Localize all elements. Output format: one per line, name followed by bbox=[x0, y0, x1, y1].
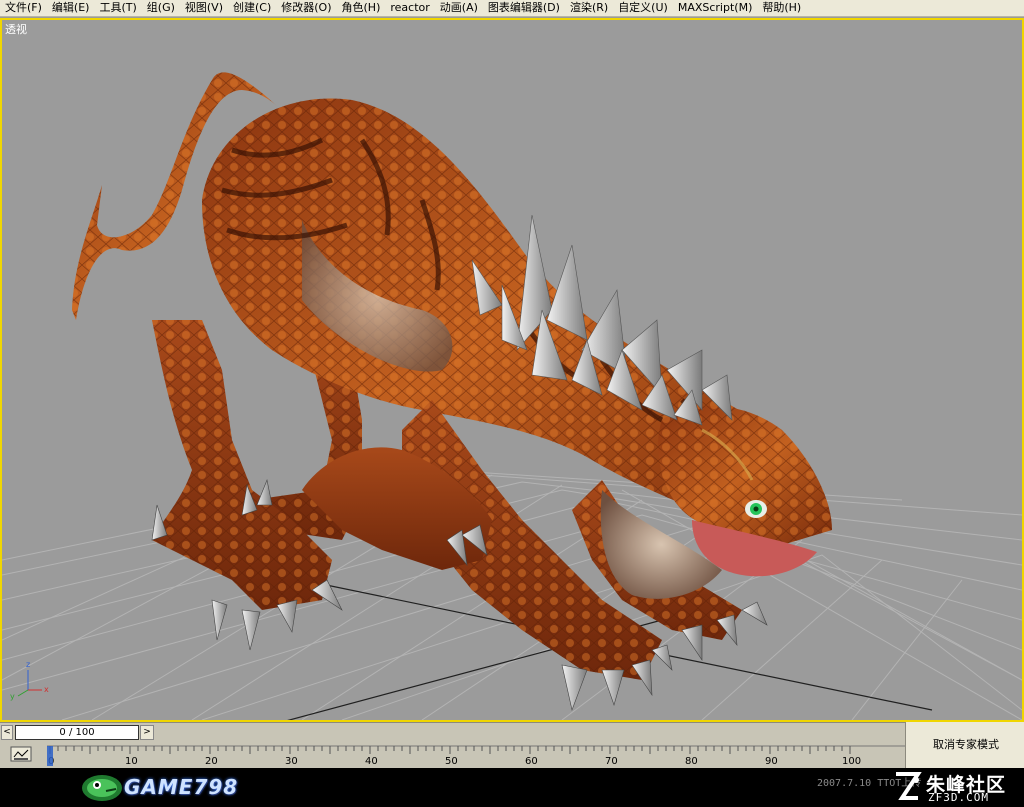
menu-bar: 文件(F) 编辑(E) 工具(T) 组(G) 视图(V) 创建(C) 修改器(O… bbox=[0, 0, 1024, 17]
game-logo-icon bbox=[82, 775, 122, 801]
menu-animation[interactable]: 动画(A) bbox=[435, 0, 483, 17]
ruler-label: 70 bbox=[605, 756, 618, 767]
ruler-label: 90 bbox=[765, 756, 778, 767]
game-logo: GAME798 bbox=[80, 771, 260, 803]
axis-gizmo: z x y bbox=[10, 660, 49, 701]
gizmo-z-label: z bbox=[26, 660, 30, 669]
app-window: 文件(F) 编辑(E) 工具(T) 组(G) 视图(V) 创建(C) 修改器(O… bbox=[0, 0, 1024, 807]
time-slider-prev-button[interactable]: < bbox=[1, 725, 13, 740]
ruler-label: 40 bbox=[365, 756, 378, 767]
ruler-label: 60 bbox=[525, 756, 538, 767]
menu-customize[interactable]: 自定义(U) bbox=[613, 0, 673, 17]
ruler-label: 80 bbox=[685, 756, 698, 767]
site-logo: 朱峰社区 ZF3D.COM bbox=[892, 770, 1024, 806]
expert-mode-panel: 取消专家模式 bbox=[905, 722, 1024, 768]
ruler-label: 10 bbox=[125, 756, 138, 767]
bottom-banner: GAME798 2007.7.10 TTOT上传 朱峰社区 ZF3D.COM bbox=[0, 768, 1024, 807]
menu-group[interactable]: 组(G) bbox=[142, 0, 180, 17]
track-bar[interactable]: 0102030405060708090100 bbox=[0, 741, 905, 768]
menu-character[interactable]: 角色(H) bbox=[337, 0, 386, 17]
cancel-expert-mode-button[interactable]: 取消专家模式 bbox=[914, 736, 1018, 754]
curve-editor-icon[interactable] bbox=[10, 746, 32, 762]
site-domain: ZF3D.COM bbox=[928, 791, 989, 804]
time-slider-thumb[interactable]: 0 / 100 bbox=[15, 725, 139, 740]
gizmo-y-label: y bbox=[10, 692, 15, 701]
game-logo-text: GAME798 bbox=[124, 775, 239, 799]
menu-views[interactable]: 视图(V) bbox=[180, 0, 228, 17]
viewport-label[interactable]: 透视 bbox=[5, 21, 27, 37]
time-slider[interactable]: < 0 / 100 > bbox=[0, 722, 905, 741]
ruler-label: 30 bbox=[285, 756, 298, 767]
time-slider-next-button[interactable]: > bbox=[140, 725, 154, 740]
ruler-labels: 0102030405060708090100 bbox=[48, 756, 861, 767]
menu-maxscript[interactable]: MAXScript(M) bbox=[673, 0, 758, 17]
creature-eye-pupil bbox=[753, 506, 759, 512]
perspective-viewport[interactable]: z x y 透视 bbox=[0, 18, 1024, 722]
ruler-ticks bbox=[49, 746, 851, 754]
menu-create[interactable]: 创建(C) bbox=[228, 0, 276, 17]
menu-rendering[interactable]: 渲染(R) bbox=[565, 0, 613, 17]
site-logo-icon bbox=[896, 772, 922, 800]
gizmo-x-label: x bbox=[44, 685, 49, 694]
menu-graph-editors[interactable]: 图表编辑器(D) bbox=[483, 0, 565, 17]
menu-file[interactable]: 文件(F) bbox=[0, 0, 47, 17]
menu-edit[interactable]: 编辑(E) bbox=[47, 0, 95, 17]
ruler-label: 100 bbox=[842, 756, 861, 767]
menu-help[interactable]: 帮助(H) bbox=[757, 0, 806, 17]
track-ruler[interactable]: 0102030405060708090100 bbox=[47, 745, 905, 767]
menu-modifiers[interactable]: 修改器(O) bbox=[276, 0, 336, 17]
viewport-scene: z x y bbox=[2, 72, 1022, 720]
ruler-label: 20 bbox=[205, 756, 218, 767]
ruler-label: 50 bbox=[445, 756, 458, 767]
menu-reactor[interactable]: reactor bbox=[385, 0, 434, 17]
menu-tools[interactable]: 工具(T) bbox=[94, 0, 141, 17]
current-frame-marker bbox=[47, 746, 53, 766]
